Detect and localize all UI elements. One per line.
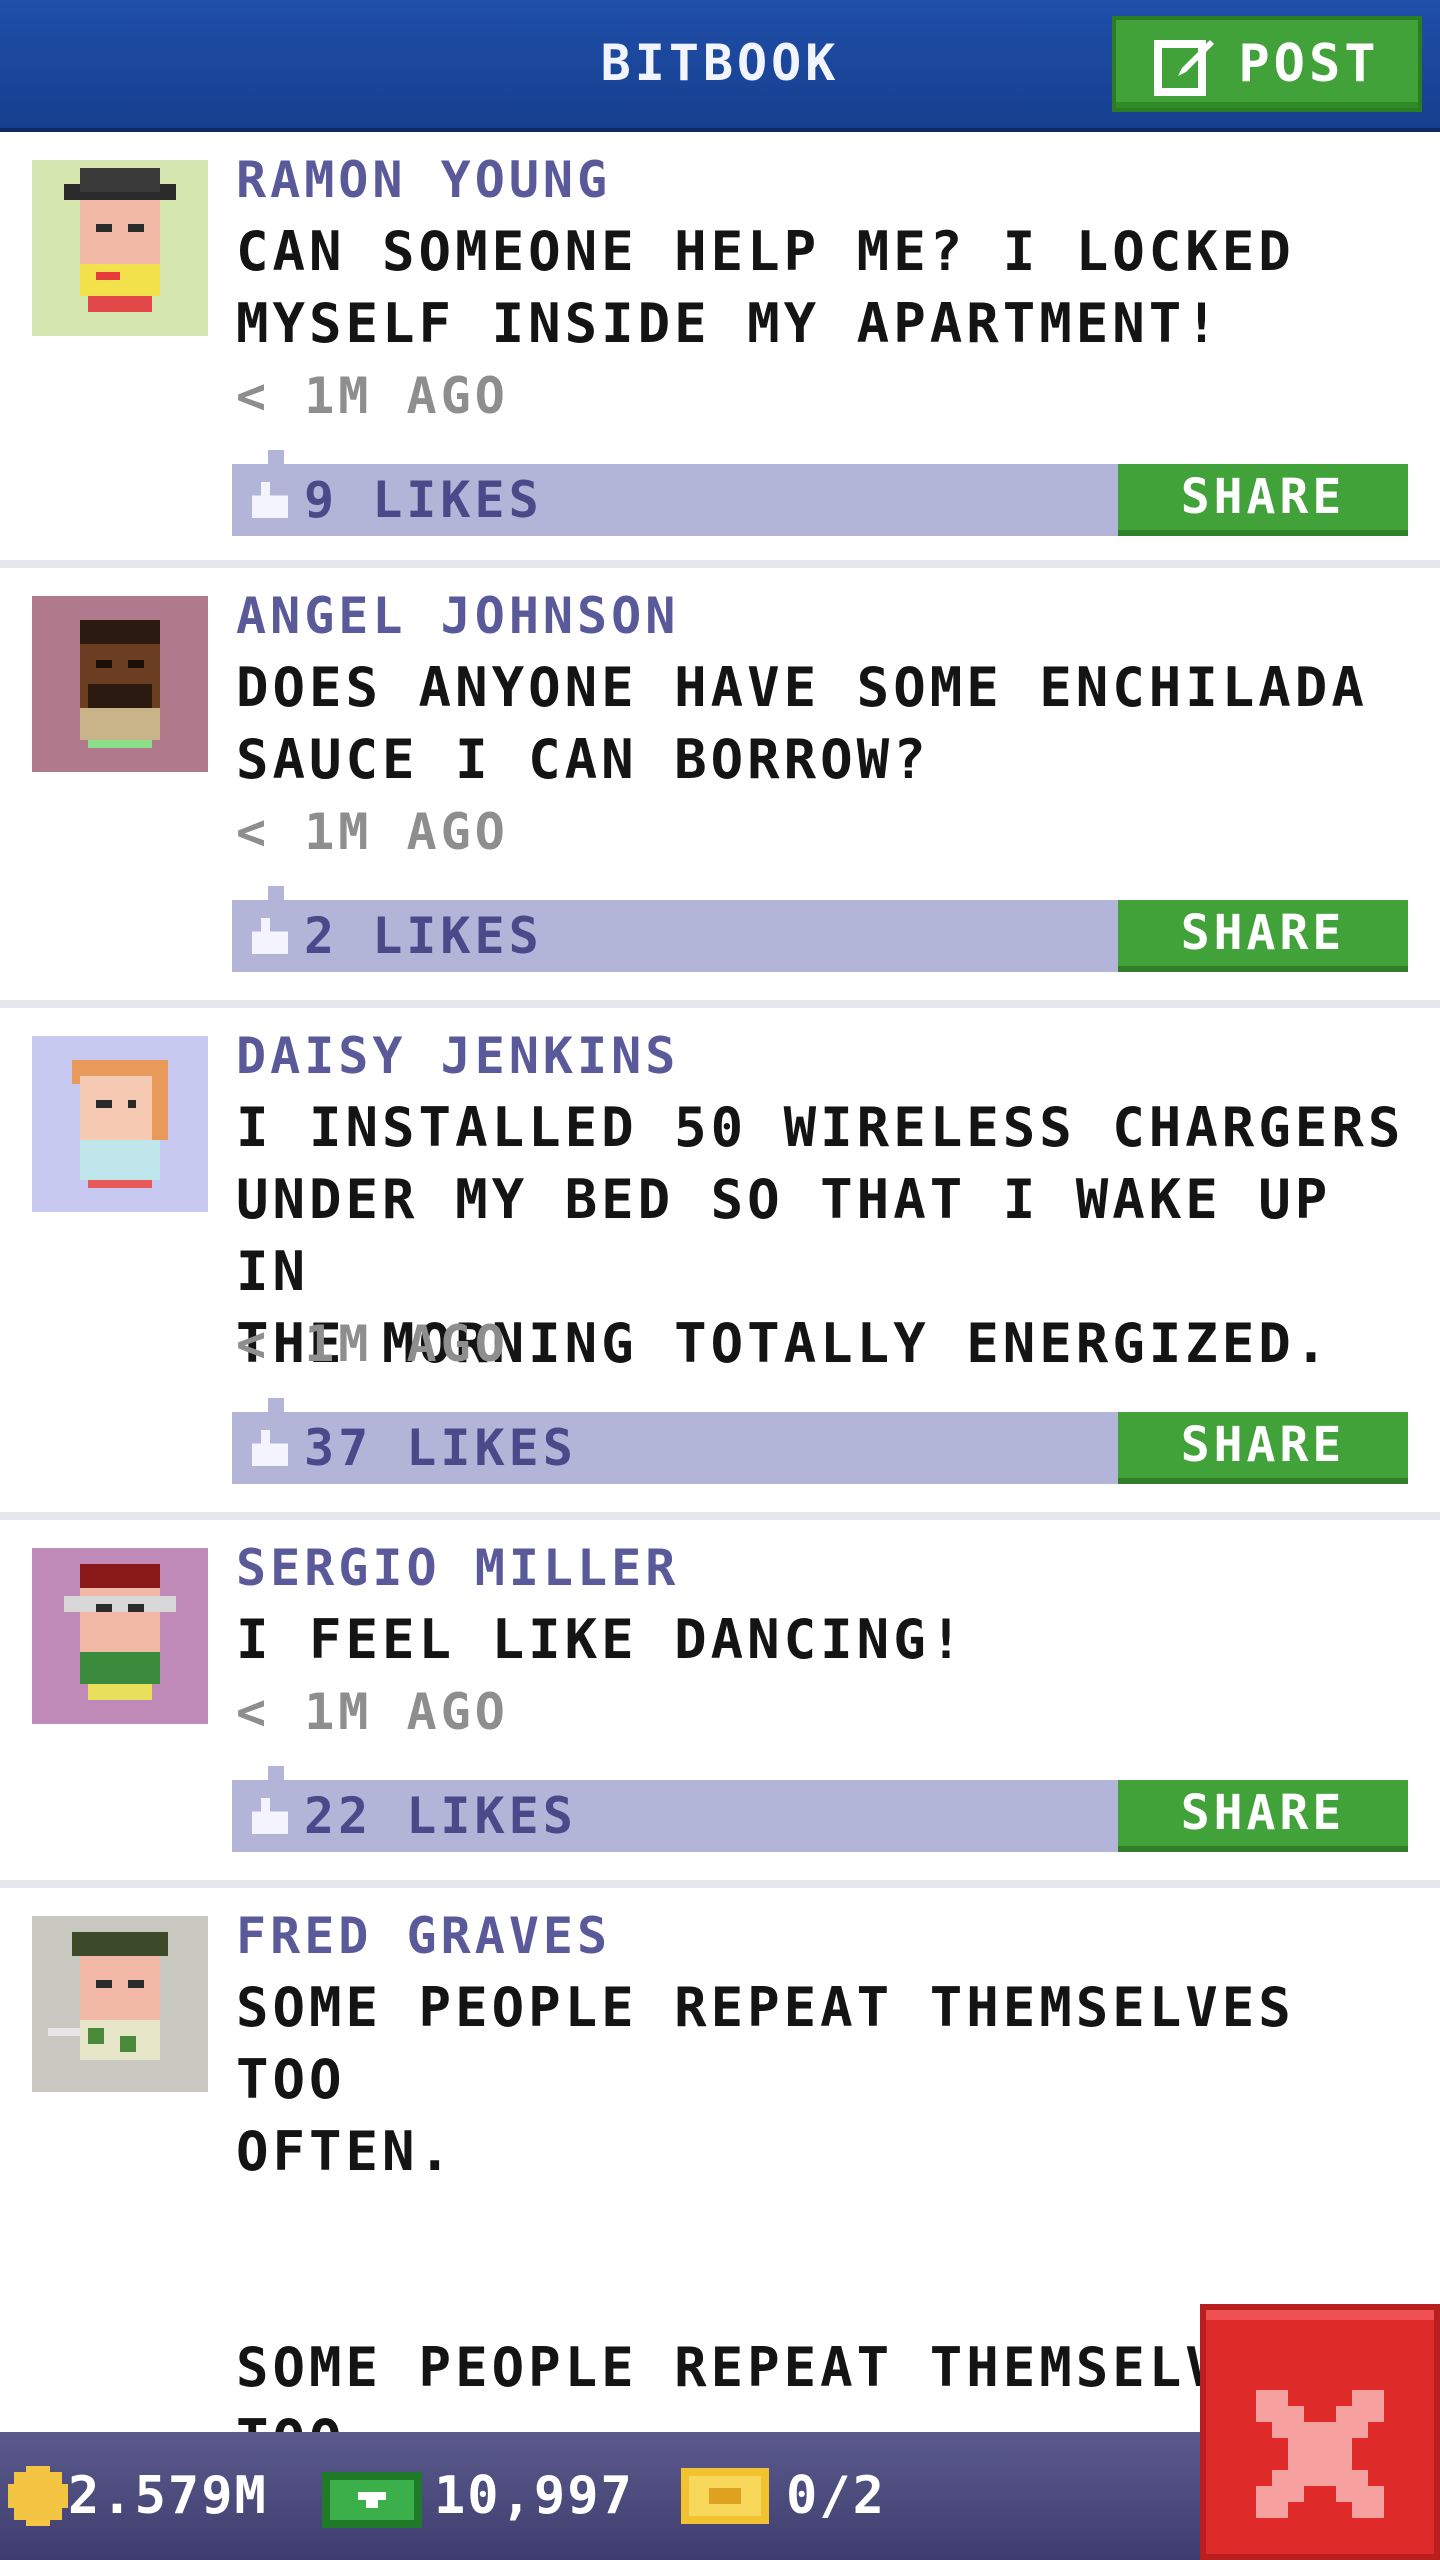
- like-count-label: 2 LIKES: [304, 907, 543, 965]
- like-bar: 9 LIKES SHARE: [232, 450, 1408, 536]
- share-button[interactable]: SHARE: [1118, 1412, 1408, 1484]
- like-bar: 22 LIKES SHARE: [232, 1766, 1408, 1852]
- share-button[interactable]: SHARE: [1118, 900, 1408, 972]
- post-message: I FEEL LIKE DANCING!: [236, 1608, 967, 1671]
- avatar[interactable]: [32, 160, 208, 336]
- thumbs-up-icon: [252, 1798, 288, 1834]
- coins-stat: 2.579M: [8, 2432, 268, 2560]
- avatar[interactable]: [32, 596, 208, 772]
- app-header: BITBOOK POST: [0, 0, 1440, 132]
- post-author[interactable]: RAMON YOUNG: [236, 144, 611, 216]
- like-count-label: 9 LIKES: [304, 471, 543, 529]
- like-count[interactable]: 37 LIKES: [252, 1412, 577, 1484]
- feed-post: ANGEL JOHNSON DOES ANYONE HAVE SOME ENCH…: [0, 568, 1440, 1008]
- post-time: < 1M AGO: [236, 1315, 509, 1373]
- post-author[interactable]: DAISY JENKINS: [236, 1020, 679, 1092]
- thumbs-up-icon: [252, 918, 288, 954]
- thumbs-up-icon: [252, 1430, 288, 1466]
- like-count[interactable]: 9 LIKES: [252, 464, 543, 536]
- feed-post: DAISY JENKINS I INSTALLED 50 WIRELESS CH…: [0, 1008, 1440, 1520]
- post-message: DOES ANYONE HAVE SOME ENCHILADA SAUCE I …: [236, 656, 1368, 791]
- edit-icon: [1154, 40, 1215, 96]
- close-button[interactable]: [1200, 2304, 1440, 2560]
- like-count-label: 22 LIKES: [304, 1787, 577, 1845]
- post-time: < 1M AGO: [236, 367, 509, 425]
- avatar[interactable]: [32, 1916, 208, 2092]
- close-icon: [1256, 2390, 1384, 2518]
- coin-icon: [8, 2466, 68, 2526]
- feed-post: SERGIO MILLER I FEEL LIKE DANCING! < 1M …: [0, 1520, 1440, 1888]
- bux-value: 10,997: [434, 2466, 634, 2526]
- post-time: < 1M AGO: [236, 803, 509, 861]
- post-author[interactable]: ANGEL JOHNSON: [236, 580, 679, 652]
- post-message: CAN SOMEONE HELP ME? I LOCKED MYSELF INS…: [236, 220, 1295, 355]
- bux-stat[interactable]: 10,997: [322, 2432, 634, 2560]
- like-count[interactable]: 22 LIKES: [252, 1780, 577, 1852]
- post-time: < 1M AGO: [236, 1683, 509, 1741]
- feed: RAMON YOUNG CAN SOMEONE HELP ME? I LOCKE…: [0, 132, 1440, 2543]
- share-button[interactable]: SHARE: [1118, 464, 1408, 536]
- share-button[interactable]: SHARE: [1118, 1780, 1408, 1852]
- thumbs-up-icon: [252, 482, 288, 518]
- like-bar: 2 LIKES SHARE: [232, 886, 1408, 972]
- feed-post: RAMON YOUNG CAN SOMEONE HELP ME? I LOCKE…: [0, 132, 1440, 568]
- avatar[interactable]: [32, 1036, 208, 1212]
- post-button-label: POST: [1238, 34, 1380, 94]
- avatar[interactable]: [32, 1548, 208, 1724]
- tickets-stat[interactable]: 0/2: [680, 2432, 886, 2560]
- like-count[interactable]: 2 LIKES: [252, 900, 543, 972]
- tickets-value: 0/2: [786, 2466, 886, 2526]
- like-count-label: 37 LIKES: [304, 1419, 577, 1477]
- like-bar: 37 LIKES SHARE: [232, 1398, 1408, 1484]
- post-button[interactable]: POST: [1112, 16, 1422, 112]
- coins-value: 2.579M: [68, 2466, 268, 2526]
- ticket-icon: [681, 2468, 769, 2524]
- post-author[interactable]: FRED GRAVES: [236, 1900, 611, 1972]
- post-author[interactable]: SERGIO MILLER: [236, 1532, 679, 1604]
- bux-icon: [322, 2472, 422, 2528]
